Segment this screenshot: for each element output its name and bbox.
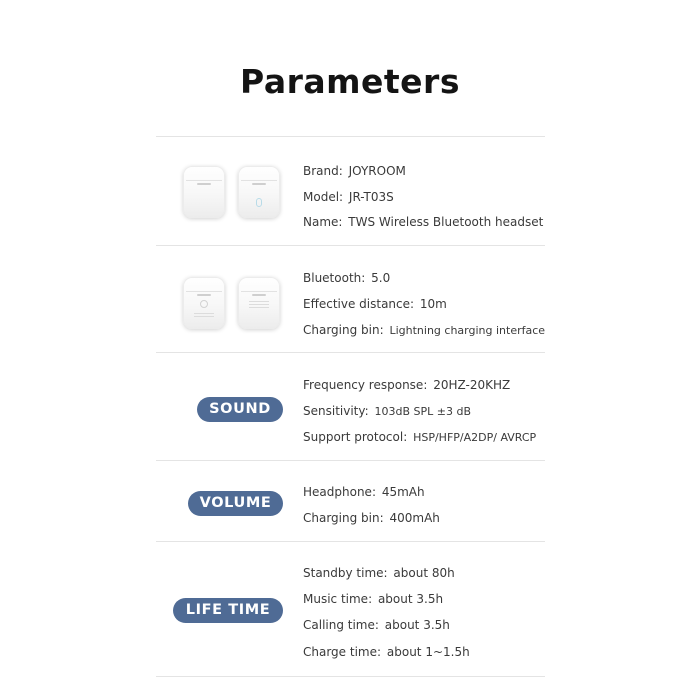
charging-case-front-image xyxy=(183,166,225,218)
divider xyxy=(156,676,545,677)
divider xyxy=(156,460,545,461)
spec-row-standby-time: Standby time: about 80h xyxy=(303,566,455,580)
divider xyxy=(156,245,545,246)
charging-case-back-image xyxy=(183,277,225,329)
volume-badge: VOLUME xyxy=(188,491,283,516)
divider xyxy=(156,136,545,137)
page-title: Parameters xyxy=(240,62,460,101)
spec-row-headphone-battery: Headphone: 45mAh xyxy=(303,485,425,499)
spec-row-support-protocol: Support protocol: HSP/HFP/A2DP/ AVRCP xyxy=(303,430,537,444)
spec-row-bluetooth: Bluetooth: 5.0 xyxy=(303,271,391,285)
divider xyxy=(156,541,545,542)
charging-case-back-label-image xyxy=(238,277,280,329)
life-time-badge: LIFE TIME xyxy=(173,598,283,623)
spec-row-charge-time: Charge time: about 1~1.5h xyxy=(303,645,470,659)
spec-row-music-time: Music time: about 3.5h xyxy=(303,592,444,606)
divider xyxy=(156,352,545,353)
spec-row-frequency-response: Frequency response: 20HZ-20KHZ xyxy=(303,378,511,392)
charging-case-led-image xyxy=(238,166,280,218)
sound-badge: SOUND xyxy=(197,397,283,422)
spec-row-model: Model: JR-T03S xyxy=(303,190,394,204)
spec-row-brand: Brand: JOYROOM xyxy=(303,164,406,178)
spec-row-calling-time: Calling time: about 3.5h xyxy=(303,618,450,632)
spec-row-charging-bin-battery: Charging bin: 400mAh xyxy=(303,511,440,525)
spec-row-sensitivity: Sensitivity: 103dB SPL ±3 dB xyxy=(303,404,471,418)
spec-row-effective-distance: Effective distance: 10m xyxy=(303,297,447,311)
spec-row-charging-bin-interface: Charging bin: Lightning charging interfa… xyxy=(303,323,546,337)
spec-row-name: Name: TWS Wireless Bluetooth headset xyxy=(303,215,544,229)
